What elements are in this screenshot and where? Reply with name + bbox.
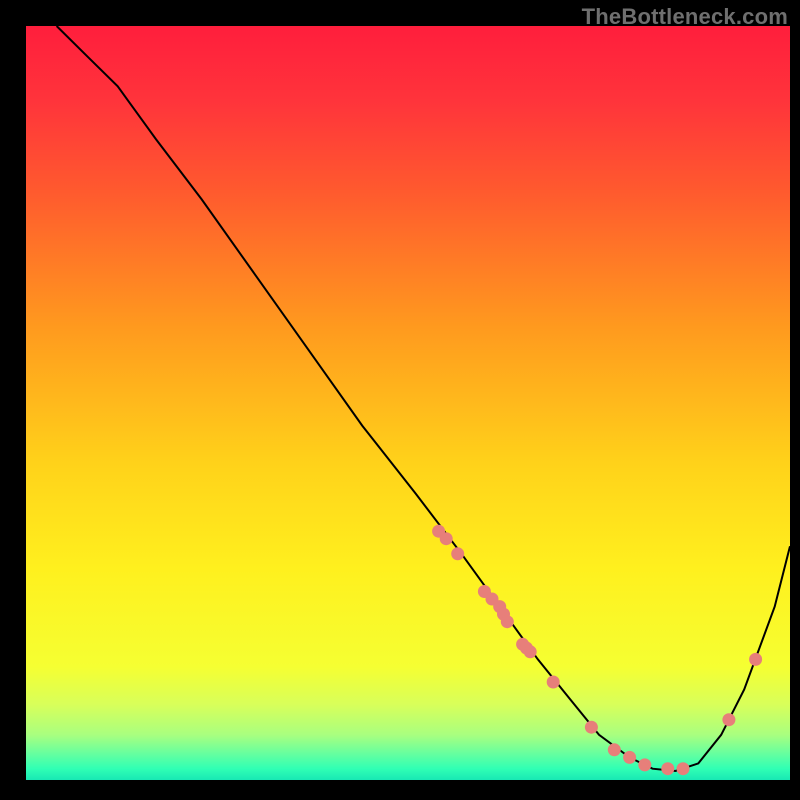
data-point <box>524 645 537 658</box>
data-point <box>440 532 453 545</box>
data-point <box>608 743 621 756</box>
data-point <box>623 751 636 764</box>
data-point <box>547 676 560 689</box>
data-point <box>501 615 514 628</box>
data-point <box>722 713 735 726</box>
chart-background <box>26 26 790 780</box>
data-point <box>677 762 690 775</box>
data-point <box>661 762 674 775</box>
data-point <box>749 653 762 666</box>
bottleneck-chart <box>0 0 800 800</box>
data-point <box>451 547 464 560</box>
watermark-text: TheBottleneck.com <box>582 4 788 30</box>
data-point <box>585 721 598 734</box>
data-point <box>638 758 651 771</box>
